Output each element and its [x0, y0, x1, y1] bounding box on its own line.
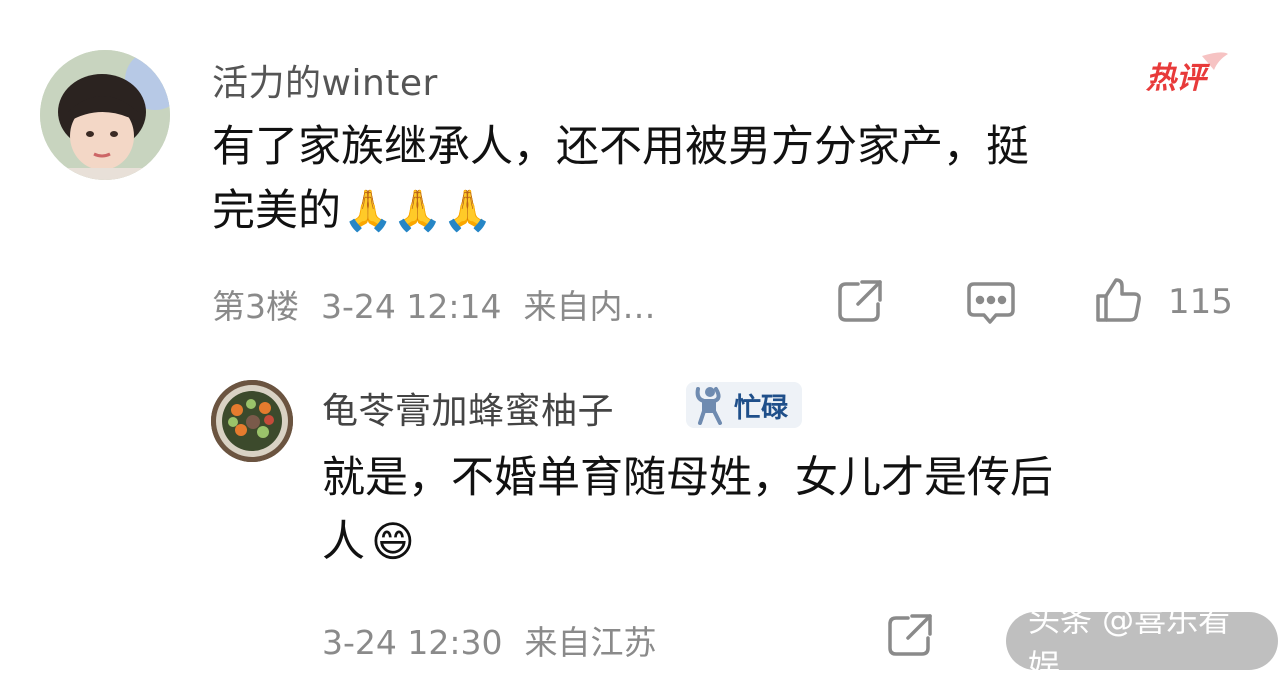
comment-location: 来自内…	[523, 287, 656, 326]
like-count: 115	[1168, 282, 1233, 322]
comment-content: 有了家族继承人，还不用被男方分家产，挺 完美的 🙏 🙏 🙏	[212, 115, 1212, 243]
reply-text-line2-wrap: 人 😄	[322, 510, 1222, 574]
comment-meta: 第3楼 3-24 12:14 来自内…	[212, 280, 678, 328]
busy-person-icon	[695, 387, 722, 425]
comment-text-line1: 有了家族继承人，还不用被男方分家产，挺	[212, 122, 1029, 172]
hot-badge-label: 热评	[1145, 61, 1211, 96]
hot-comment-badge: 热评	[1142, 50, 1230, 98]
replier-avatar[interactable]	[211, 380, 293, 462]
laugh-emoji: 😄	[371, 517, 415, 566]
status-badge-label: 忙碌	[734, 392, 788, 424]
reply-text-line1: 就是，不婚单育随母姓，女儿才是传后	[322, 453, 1053, 503]
comment-floor: 第3楼	[212, 287, 299, 326]
reply-location: 来自江苏	[524, 623, 657, 662]
watermark: 头条 @喜乐看娱	[1006, 601, 1278, 685]
comment-text-line2-wrap: 完美的 🙏 🙏 🙏	[212, 179, 1212, 243]
pray-emoji: 🙏	[343, 188, 393, 234]
reply-time: 3-24 12:30	[322, 623, 503, 662]
like-icon[interactable]	[1094, 276, 1142, 328]
reply-meta: 3-24 12:30 来自江苏	[322, 616, 679, 664]
reply-content: 就是，不婚单育随母姓，女儿才是传后 人 😄	[322, 446, 1222, 574]
commenter-username[interactable]: 活力的winter	[212, 54, 438, 106]
reply-text-line2: 人	[322, 517, 365, 567]
pray-emoji: 🙏	[392, 188, 443, 234]
comment-time: 3-24 12:14	[321, 287, 502, 326]
reply-share-icon[interactable]	[886, 612, 936, 662]
share-icon[interactable]	[836, 278, 886, 328]
comment-icon[interactable]	[966, 280, 1016, 330]
pray-emoji: 🙏	[442, 188, 493, 234]
commenter-avatar[interactable]	[40, 50, 170, 180]
status-badge: 忙碌	[686, 382, 802, 428]
comment-text-line2: 完美的	[212, 186, 341, 236]
watermark-text: 头条 @喜乐看娱	[1028, 601, 1231, 685]
replier-username[interactable]: 龟苓膏加蜂蜜柚子	[322, 382, 614, 434]
